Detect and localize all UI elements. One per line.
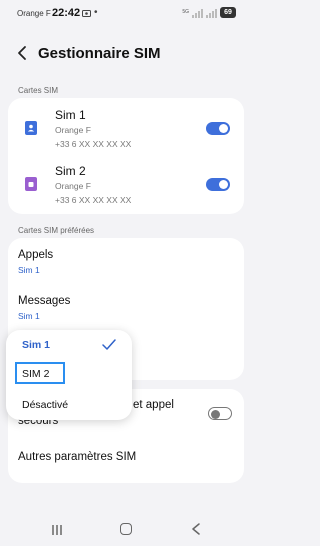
emergency-label-line1: et appel (133, 399, 174, 411)
preferred-calls-row[interactable]: Appels Sim 1 (8, 238, 244, 284)
sim-name: Sim 2 (55, 164, 86, 178)
dropdown-option-sim-2[interactable]: SIM 2 (22, 368, 49, 380)
sim-2-toggle[interactable] (206, 178, 230, 191)
sim-name: Sim 1 (55, 108, 86, 122)
dropdown-option-disabled[interactable]: Désactivé (22, 399, 68, 411)
calls-value: Sim 1 (18, 265, 40, 275)
clock: 22:42 (52, 7, 81, 19)
sim-number: +33 6 XX XX XX XX (55, 139, 132, 149)
check-icon (102, 339, 116, 350)
other-sim-settings-label: Autres paramètres SIM (18, 451, 137, 463)
section-label-preferred: Cartes SIM préférées (18, 226, 95, 235)
signal-icon (192, 8, 203, 18)
sim-dropdown-menu: Sim 1 SIM 2 Désactivé (6, 330, 132, 420)
status-bar: Orange F 22:42 • 5G 69 (0, 0, 252, 28)
sim-row-1[interactable]: Sim 1 Orange F +33 6 XX XX XX XX (8, 100, 244, 160)
dot-icon: • (94, 7, 98, 18)
recent-apps-icon[interactable] (51, 525, 63, 535)
status-icons: 5G 69 (182, 7, 236, 18)
messages-value: Sim 1 (18, 311, 40, 321)
messages-label: Messages (18, 295, 71, 307)
sim-card-icon (25, 177, 37, 191)
page-title: Gestionnaire SIM (38, 45, 161, 62)
sim-card-icon (25, 121, 37, 135)
sim-carrier: Orange F (55, 125, 91, 135)
sim-cards-card: Sim 1 Orange F +33 6 XX XX XX XX Sim 2 O… (8, 98, 244, 214)
section-label-sim-cards: Cartes SIM (18, 86, 59, 95)
sim-1-toggle[interactable] (206, 122, 230, 135)
emergency-toggle[interactable] (208, 407, 232, 420)
signal-icon-2 (206, 8, 217, 18)
back-button[interactable] (15, 45, 31, 61)
nav-back-icon[interactable] (191, 523, 201, 535)
sim-number: +33 6 XX XX XX XX (55, 195, 132, 205)
battery-icon: 69 (220, 7, 236, 18)
sim-row-2[interactable]: Sim 2 Orange F +33 6 XX XX XX XX (8, 156, 244, 216)
carrier-label: Orange F (17, 9, 51, 18)
other-sim-settings-row[interactable]: Autres paramètres SIM (8, 439, 244, 479)
dropdown-option-sim-1[interactable]: Sim 1 (22, 339, 50, 351)
preferred-messages-row[interactable]: Messages Sim 1 (8, 284, 244, 330)
screen-record-icon (82, 9, 91, 20)
calls-label: Appels (18, 249, 54, 261)
sim-carrier: Orange F (55, 181, 91, 191)
chevron-left-icon (18, 46, 26, 60)
home-button-icon[interactable] (120, 523, 132, 535)
navigation-bar (0, 515, 252, 545)
network-type: 5G (182, 9, 189, 15)
